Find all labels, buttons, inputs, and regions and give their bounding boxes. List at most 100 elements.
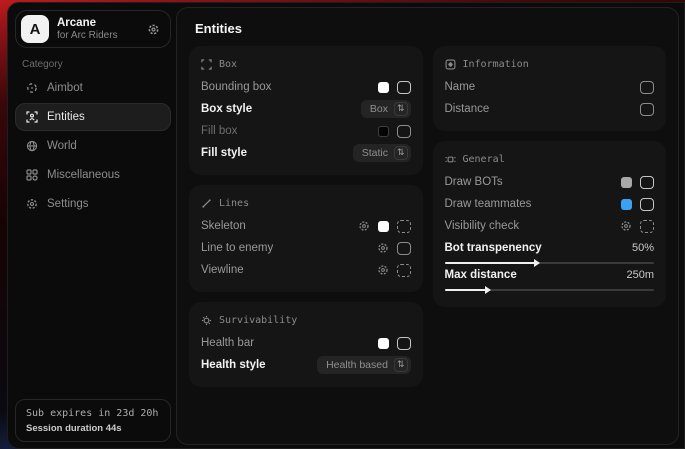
color-swatch[interactable] [621, 177, 632, 188]
slider-value: 50% [632, 242, 654, 254]
gear-icon[interactable] [620, 220, 632, 232]
checkbox[interactable] [397, 337, 411, 350]
sidebar-item-label: Miscellaneous [47, 169, 120, 181]
setting-label: Fill style [201, 147, 353, 159]
checkbox[interactable] [397, 242, 411, 255]
sidebar-item-label: Entities [47, 111, 85, 123]
max-distance-slider[interactable] [445, 289, 655, 291]
setting-row-health-style: Health style Health based ⇅ [201, 354, 411, 376]
right-column: Information Name Distance [433, 46, 667, 387]
gear-icon[interactable] [377, 242, 389, 254]
information-card: Information Name Distance [433, 46, 667, 131]
setting-row-visibility-check: Visibility check [445, 215, 655, 237]
app-subtitle: for Arc Riders [57, 30, 118, 43]
setting-label: Draw teammates [445, 198, 622, 210]
app-window: A Arcane for Arc Riders Category Aimbot [7, 2, 685, 449]
sidebar-nav: Aimbot Entities World Miscellaneous [15, 74, 171, 218]
sort-arrows-icon: ⇅ [394, 146, 408, 160]
slider-fill [445, 289, 487, 291]
setting-row-distance: Distance [445, 98, 655, 120]
checkbox[interactable] [640, 176, 654, 189]
section-title: Lines [219, 198, 249, 209]
checkbox[interactable] [397, 81, 411, 94]
setting-row-draw-teammates: Draw teammates [445, 193, 655, 215]
setting-label: Bounding box [201, 81, 378, 93]
slider-fill [445, 262, 535, 264]
globe-icon [25, 140, 38, 152]
gear-icon[interactable] [147, 23, 160, 36]
left-column: Box Bounding box Box style Box ⇅ [189, 46, 423, 387]
dropdown-value: Static [362, 147, 388, 159]
setting-label: Visibility check [445, 220, 621, 232]
checkbox[interactable] [397, 125, 411, 138]
color-swatch[interactable] [378, 338, 389, 349]
setting-label: Distance [445, 103, 641, 115]
checkbox[interactable] [640, 198, 654, 211]
setting-row-skeleton: Skeleton [201, 215, 411, 237]
section-title: Survivability [219, 315, 297, 326]
app-logo: A [21, 15, 49, 43]
setting-label: Health style [201, 359, 317, 371]
color-swatch[interactable] [378, 82, 389, 93]
setting-label: Name [445, 81, 641, 93]
sidebar-item-label: Aimbot [47, 82, 83, 94]
subscription-card: Sub expires in 23d 20h Session duration … [15, 399, 171, 442]
dropdown-value: Box [370, 103, 388, 115]
sidebar-item-settings[interactable]: Settings [15, 190, 171, 218]
sidebar-item-entities[interactable]: Entities [15, 103, 171, 131]
setting-row-box-style: Box style Box ⇅ [201, 98, 411, 120]
bot-transparency-slider[interactable] [445, 262, 655, 264]
checkbox[interactable] [640, 81, 654, 94]
crosshair-icon [25, 82, 38, 94]
session-duration-text: Session duration 44s [26, 423, 160, 434]
setting-label: Line to enemy [201, 242, 377, 254]
app-header-card: A Arcane for Arc Riders [15, 10, 171, 48]
sidebar-item-miscellaneous[interactable]: Miscellaneous [15, 161, 171, 189]
entities-icon [25, 111, 38, 123]
color-swatch[interactable] [378, 221, 389, 232]
checkbox[interactable] [640, 103, 654, 116]
sidebar: A Arcane for Arc Riders Category Aimbot [8, 3, 176, 448]
section-title: Box [219, 59, 237, 70]
slider-thumb[interactable] [485, 286, 491, 294]
gear-icon[interactable] [358, 220, 370, 232]
setting-row-fill-box: Fill box [201, 120, 411, 142]
checkbox[interactable] [397, 220, 411, 233]
setting-row-viewline: Viewline [201, 259, 411, 281]
color-swatch[interactable] [621, 199, 632, 210]
setting-label: Viewline [201, 264, 377, 276]
sidebar-item-aimbot[interactable]: Aimbot [15, 74, 171, 102]
grid-icon [25, 169, 38, 181]
sidebar-item-world[interactable]: World [15, 132, 171, 160]
main-panel: Entities Box Bounding box [176, 7, 679, 445]
sort-arrows-icon: ⇅ [394, 102, 408, 116]
general-card: General Draw BOTs Draw teammates [433, 141, 667, 307]
sub-expires-text: Sub expires in 23d 20h [26, 408, 160, 419]
gear-icon[interactable] [377, 264, 389, 276]
survivability-card: Survivability Health bar Health style He… [189, 302, 423, 387]
checkbox[interactable] [640, 220, 654, 233]
virus-icon [201, 315, 212, 326]
section-title: General [463, 154, 505, 165]
box-style-dropdown[interactable]: Box ⇅ [361, 100, 411, 118]
setting-label: Box style [201, 103, 361, 115]
setting-label: Fill box [201, 125, 378, 137]
setting-label: Bot transpenency [445, 242, 632, 254]
setting-row-name: Name [445, 76, 655, 98]
setting-label: Max distance [445, 269, 627, 281]
setting-label: Skeleton [201, 220, 358, 232]
checkbox[interactable] [397, 264, 411, 277]
color-swatch[interactable] [378, 126, 389, 137]
slider-value: 250m [626, 269, 654, 281]
adjust-icon [445, 154, 456, 165]
fill-style-dropdown[interactable]: Static ⇅ [353, 144, 411, 162]
box-card: Box Bounding box Box style Box ⇅ [189, 46, 423, 175]
health-style-dropdown[interactable]: Health based ⇅ [317, 356, 410, 374]
slider-thumb[interactable] [534, 259, 540, 267]
setting-row-max-distance: Max distance 250m [445, 269, 655, 281]
info-badge-icon [445, 59, 456, 70]
line-icon [201, 198, 212, 209]
sort-arrows-icon: ⇅ [394, 358, 408, 372]
setting-row-draw-bots: Draw BOTs [445, 171, 655, 193]
settings-gear-icon [25, 198, 38, 210]
